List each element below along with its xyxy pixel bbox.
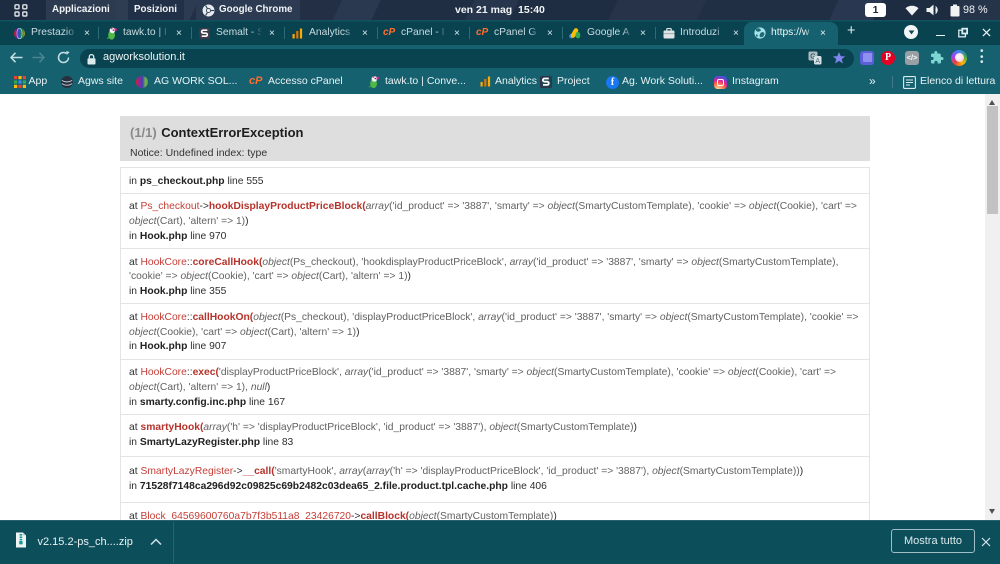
svg-text:A: A bbox=[815, 58, 820, 65]
